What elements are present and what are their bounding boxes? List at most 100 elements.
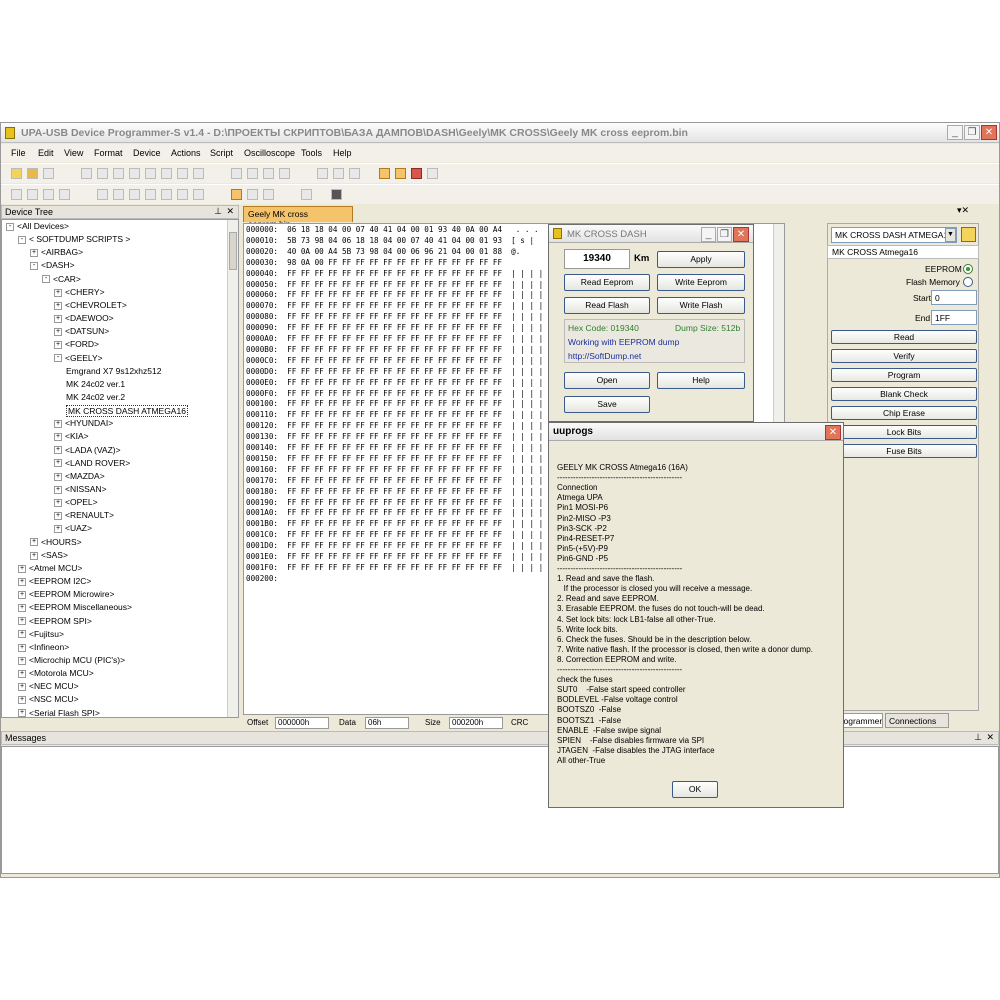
view-text-icon[interactable] <box>161 189 172 200</box>
menu-view[interactable]: View <box>64 148 83 158</box>
expand-icon[interactable]: + <box>18 630 26 639</box>
new-file-icon[interactable] <box>11 168 22 179</box>
messages-area[interactable] <box>1 746 999 874</box>
verify-device-icon[interactable] <box>247 168 258 179</box>
expand-icon[interactable]: + <box>18 696 26 705</box>
redo-icon[interactable] <box>97 168 108 179</box>
copy-icon[interactable] <box>129 168 140 179</box>
format-icon[interactable] <box>59 189 70 200</box>
write-flash-button[interactable]: Write Flash <box>657 297 745 314</box>
expand-icon[interactable]: + <box>18 683 26 691</box>
tree-node[interactable]: + <MAZDA> <box>54 471 105 481</box>
menu-edit[interactable]: Edit <box>38 148 54 158</box>
undo-icon[interactable] <box>81 168 92 179</box>
menu-oscilloscope[interactable]: Oscilloscope <box>244 148 295 158</box>
replace-icon[interactable] <box>193 168 204 179</box>
read-flash-button[interactable]: Read Flash <box>564 297 650 314</box>
zoom-icon[interactable] <box>247 189 258 200</box>
tree-node[interactable]: + <HYUNDAI> <box>54 418 113 428</box>
tree-scrollbar[interactable] <box>227 220 238 717</box>
tree-node[interactable]: + <LAND ROVER> <box>54 458 130 468</box>
menu-format[interactable]: Format <box>94 148 123 158</box>
menu-file[interactable]: File <box>11 148 26 158</box>
tree-node[interactable]: + <EEPROM Miscellaneous> <box>18 602 132 612</box>
expand-icon[interactable]: + <box>54 525 62 534</box>
messages-close-icon[interactable]: ✕ <box>986 732 994 743</box>
script-step-icon[interactable] <box>349 168 360 179</box>
mkcross-maximize-button[interactable]: ❐ <box>717 227 732 242</box>
find-icon[interactable] <box>177 168 188 179</box>
tab-connections[interactable]: Connections <box>885 713 949 728</box>
stop-icon[interactable] <box>331 189 342 200</box>
bug-icon[interactable] <box>411 168 422 179</box>
tree-node[interactable]: + <FORD> <box>54 339 99 349</box>
tree-node[interactable]: Emgrand X7 9s12xhz512 <box>66 366 161 376</box>
tree-node[interactable]: + <NEC MCU> <box>18 681 79 691</box>
tree-node[interactable]: + <EEPROM SPI> <box>18 616 92 626</box>
expand-icon[interactable]: + <box>18 617 26 626</box>
tree-node[interactable]: + <CHEVROLET> <box>54 300 127 310</box>
ok-button[interactable]: OK <box>672 781 718 798</box>
expand-icon[interactable]: + <box>30 551 38 560</box>
menu-device[interactable]: Device <box>133 148 161 158</box>
expand-icon[interactable]: + <box>54 420 62 428</box>
tree-node[interactable]: + <KIA> <box>54 431 89 441</box>
tree-node[interactable]: + <AIRBAG> <box>30 247 83 257</box>
tree-node[interactable]: + <Motorola MCU> <box>18 668 94 678</box>
device-info-icon[interactable] <box>961 227 976 242</box>
settings-icon[interactable] <box>427 168 438 179</box>
tree-node[interactable]: MK 24c02 ver.1 <box>66 379 125 389</box>
tree-node[interactable]: + <DATSUN> <box>54 326 109 336</box>
tree-node[interactable]: + <EEPROM Microwire> <box>18 589 115 599</box>
tab-geely-eeprom[interactable]: Geely MK cross eeprom.bin <box>243 206 353 229</box>
tree-node[interactable]: - <All Devices> <box>6 221 69 231</box>
view-table-icon[interactable] <box>177 189 188 200</box>
open-folder-icon[interactable] <box>27 168 38 179</box>
tree-node[interactable]: + <LADA (VAZ)> <box>54 445 121 455</box>
view-bin-icon[interactable] <box>145 189 156 200</box>
expand-icon[interactable]: + <box>18 669 26 678</box>
tree-node[interactable]: + <HOURS> <box>30 537 82 547</box>
expand-icon[interactable]: + <box>54 433 62 442</box>
notes-icon[interactable] <box>395 168 406 179</box>
close-button[interactable]: ✕ <box>981 125 997 140</box>
expand-icon[interactable]: + <box>30 538 38 547</box>
read-eeprom-button[interactable]: Read Eeprom <box>564 274 650 291</box>
paste-icon[interactable] <box>145 168 156 179</box>
align-right-icon[interactable] <box>43 189 54 200</box>
expand-icon[interactable]: + <box>18 709 26 717</box>
collapse-icon[interactable]: - <box>42 275 50 284</box>
expand-icon[interactable]: + <box>54 446 62 455</box>
save-button[interactable]: Save <box>564 396 650 413</box>
fuse-bits-button[interactable]: Fuse Bits <box>831 444 977 458</box>
program-device-icon[interactable] <box>263 168 274 179</box>
verify-button[interactable]: Verify <box>831 349 977 363</box>
tree-node[interactable]: + <UAZ> <box>54 523 92 533</box>
collapse-icon[interactable]: - <box>6 222 14 231</box>
chip-erase-button[interactable]: Chip Erase <box>831 406 977 420</box>
tree-node[interactable]: + <CHERY> <box>54 287 105 297</box>
read-button[interactable]: Read <box>831 330 977 344</box>
align-center-icon[interactable] <box>27 189 38 200</box>
tab-close-icon[interactable]: ▾✕ <box>957 205 969 216</box>
km-input[interactable]: 19340 <box>564 249 630 269</box>
apply-button[interactable]: Apply <box>657 251 745 268</box>
cut-icon[interactable] <box>113 168 124 179</box>
menu-help[interactable]: Help <box>333 148 352 158</box>
expand-icon[interactable]: + <box>18 656 26 665</box>
view-ascii-icon[interactable] <box>113 189 124 200</box>
read-device-icon[interactable] <box>231 168 242 179</box>
tree-node[interactable]: + <NISSAN> <box>54 484 107 494</box>
expand-icon[interactable]: + <box>54 512 62 521</box>
flash-radio[interactable] <box>963 277 973 287</box>
menu-tools[interactable]: Tools <box>301 148 322 158</box>
save-icon[interactable] <box>43 168 54 179</box>
blank-check-icon[interactable] <box>279 168 290 179</box>
collapse-icon[interactable]: - <box>18 235 26 244</box>
maximize-button[interactable]: ❐ <box>964 125 980 140</box>
view-hex-icon[interactable] <box>97 189 108 200</box>
expand-icon[interactable]: + <box>54 314 62 323</box>
start-input[interactable]: 0 <box>931 290 977 305</box>
expand-icon[interactable]: + <box>54 459 62 468</box>
delete-icon[interactable] <box>161 168 172 179</box>
